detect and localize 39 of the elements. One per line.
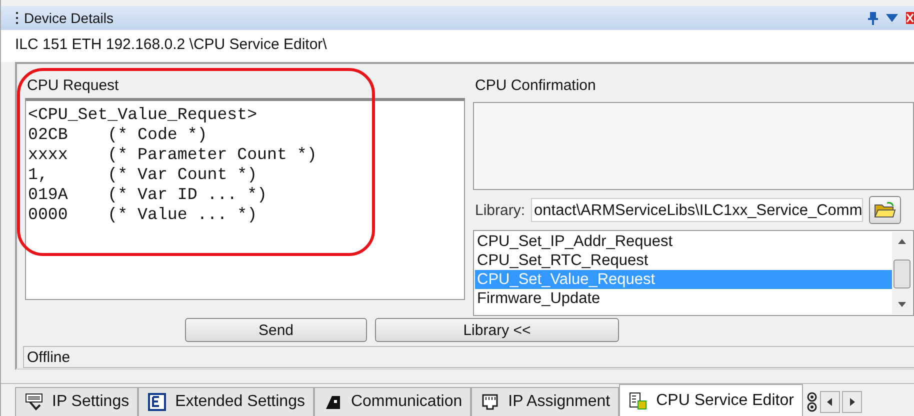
tab[interactable]: Extended Settings xyxy=(138,387,314,416)
scroll-right-icon[interactable] xyxy=(842,391,862,413)
list-item[interactable]: Firmware_Update xyxy=(475,289,892,308)
service-list[interactable]: CPU_Set_IP_Addr_Request CPU_Set_RTC_Request CPU_Set_Value_Request Firmware_Update xyxy=(473,230,914,316)
confirmation-text-area[interactable] xyxy=(473,102,914,190)
list-item[interactable]: CPU_Set_IP_Addr_Request xyxy=(475,232,892,251)
pin-icon[interactable] xyxy=(868,11,878,25)
library-label: Library: xyxy=(474,202,526,218)
tab-icon xyxy=(147,392,168,412)
dropdown-icon[interactable] xyxy=(886,13,898,23)
tab-icon xyxy=(628,390,648,410)
tab-icon xyxy=(24,392,44,412)
section-label: CPU Request xyxy=(26,76,120,96)
code-line: 1, (* Var Count *) xyxy=(28,165,258,185)
breadcrumb-path: ILC 151 ETH 192.168.0.2 \CPU Service Editor\ xyxy=(1,30,914,62)
scroll-left-icon[interactable] xyxy=(820,391,840,413)
code-line: 0000 (* Value ... *) xyxy=(28,205,258,225)
open-folder-button[interactable] xyxy=(869,196,902,224)
code-line: xxxx (* Parameter Count *) xyxy=(28,145,317,165)
window-title: Device Details xyxy=(24,10,114,26)
folder-icon xyxy=(874,201,896,219)
grip-icon xyxy=(15,11,19,25)
close-icon[interactable] xyxy=(906,11,914,25)
action-button[interactable]: Library << xyxy=(375,318,619,342)
tab[interactable]: Communication xyxy=(314,387,472,416)
library-path-field[interactable]: ontact\ARMServiceLibs\ILC1xx_Service_Comm xyxy=(531,198,864,222)
list-item[interactable]: CPU_Set_RTC_Request xyxy=(475,251,892,270)
code-line: <CPU_Set_Value_Request> xyxy=(28,105,258,125)
code-line: 02CB (* Code *) xyxy=(28,125,208,145)
tab[interactable]: IP Assignment xyxy=(471,387,620,416)
tab[interactable]: CPU Service Editor xyxy=(619,384,803,416)
code-line: 019A (* Var ID ... *) xyxy=(28,185,267,205)
action-button[interactable]: Send xyxy=(185,318,367,342)
tab[interactable]: IP Settings xyxy=(15,387,138,416)
overflow-icon xyxy=(806,391,818,413)
status-text: Offline xyxy=(27,348,70,366)
section-label: CPU Confirmation xyxy=(474,76,597,96)
tab-icon xyxy=(480,392,500,412)
request-text-area[interactable]: <CPU_Set_Value_Request> 02CB (* Code *) xxxx (* Parameter Count *) 1, (* Var Count *) 019A (* Var ID ... *) 0000 (* Value ... *) xyxy=(25,98,465,300)
